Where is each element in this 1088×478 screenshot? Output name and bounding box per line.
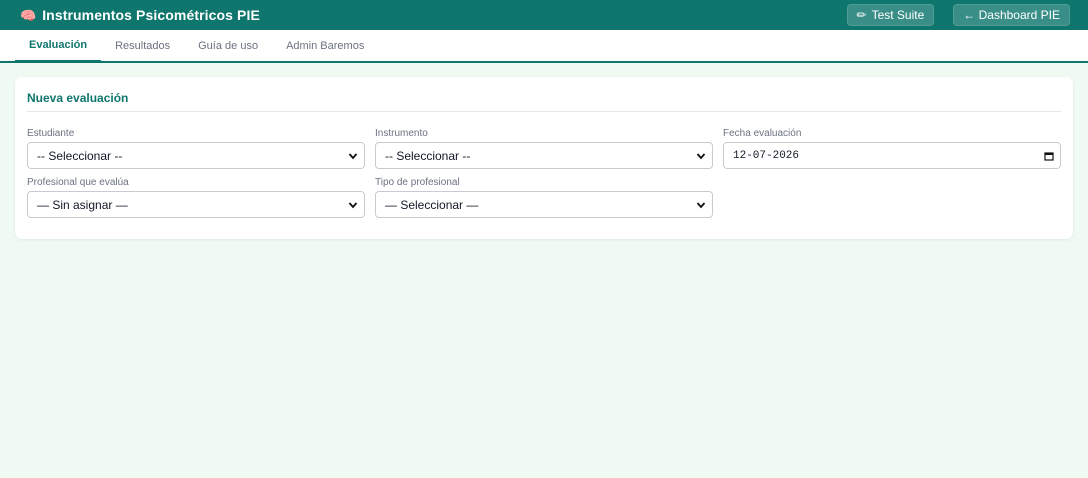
pencil-icon: ✏ <box>856 8 867 22</box>
test-suite-button[interactable]: ✏ Test Suite <box>846 4 935 26</box>
instrumento-select[interactable]: -- Seleccionar -- <box>375 142 713 169</box>
brand: 🧠 Instrumentos Psicométricos PIE <box>20 7 260 23</box>
instrumento-label: Instrumento <box>375 128 428 139</box>
field-profesional: Profesional que evalúa — Sin asignar — <box>27 177 365 218</box>
instrumento-value: -- Seleccionar -- <box>385 148 471 163</box>
profesional-select[interactable]: — Sin asignar — <box>27 191 365 218</box>
top-navbar: 🧠 Instrumentos Psicométricos PIE ✏ Test … <box>0 0 1088 30</box>
tab-admin-baremos[interactable]: Admin Baremos <box>272 30 378 61</box>
brain-icon: 🧠 <box>20 7 37 23</box>
profesional-value: — Sin asignar — <box>37 197 128 212</box>
tab-evaluacion[interactable]: Evaluación <box>15 30 102 63</box>
card-title: Nueva evaluación <box>27 91 1061 112</box>
chevron-down-icon <box>348 201 358 208</box>
field-estudiante: Estudiante -- Seleccionar -- <box>27 128 365 169</box>
chevron-down-icon <box>696 201 706 208</box>
estudiante-select[interactable]: -- Seleccionar -- <box>27 142 365 169</box>
top-actions: ✏ Test Suite ← Dashboard PIE <box>846 4 1070 26</box>
estudiante-value: -- Seleccionar -- <box>37 148 123 163</box>
tipo-profesional-value: — Seleccionar — <box>385 197 479 212</box>
test-suite-label: Test Suite <box>871 8 925 22</box>
profesional-label: Profesional que evalúa <box>27 177 129 188</box>
tipo-profesional-select[interactable]: — Seleccionar — <box>375 191 713 218</box>
field-instrumento: Instrumento -- Seleccionar -- <box>375 128 713 169</box>
estudiante-label: Estudiante <box>27 128 75 139</box>
chevron-down-icon <box>696 152 706 159</box>
fecha-input[interactable]: 12-07-2026 <box>723 142 1061 169</box>
tab-guia-de-uso[interactable]: Guía de uso <box>184 30 272 61</box>
app-title: Instrumentos Psicométricos PIE <box>42 7 260 23</box>
field-fecha: Fecha evaluación 12-07-2026 <box>723 128 1061 169</box>
evaluation-form: Estudiante -- Seleccionar -- Instrumento… <box>27 128 1061 218</box>
dashboard-pie-button[interactable]: ← Dashboard PIE <box>953 4 1070 26</box>
fecha-value: 12-07-2026 <box>733 149 800 162</box>
chevron-down-icon <box>348 152 358 159</box>
field-tipo-profesional: Tipo de profesional — Seleccionar — <box>375 177 713 218</box>
new-evaluation-card: Nueva evaluación Estudiante -- Seleccion… <box>15 77 1073 239</box>
tab-bar: Evaluación Resultados Guía de uso Admin … <box>0 30 1088 63</box>
calendar-icon[interactable] <box>1044 151 1054 161</box>
dashboard-pie-label: ← Dashboard PIE <box>963 8 1060 22</box>
fecha-label: Fecha evaluación <box>723 128 802 139</box>
tab-resultados[interactable]: Resultados <box>101 30 184 61</box>
tipo-profesional-label: Tipo de profesional <box>375 177 460 188</box>
